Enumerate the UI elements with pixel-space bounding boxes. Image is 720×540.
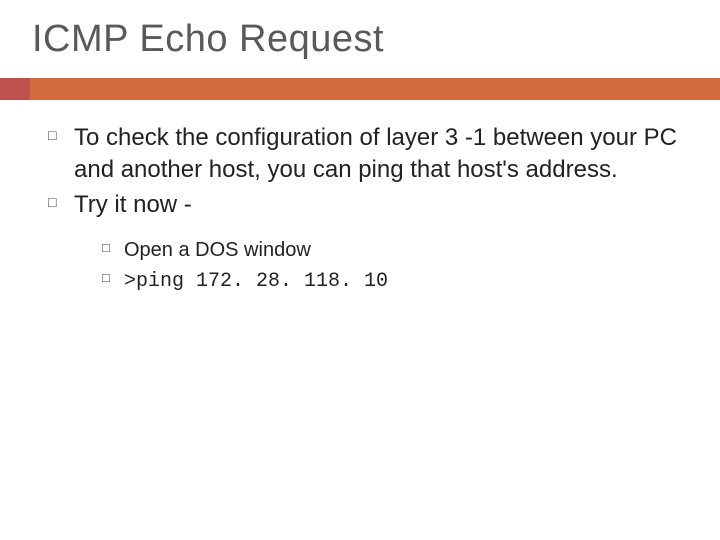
slide-title: ICMP Echo Request — [32, 18, 384, 61]
command-text: >ping 172. 28. 118. 10 — [124, 270, 388, 293]
list-item: Try it now - Open a DOS window >ping 172… — [48, 189, 688, 297]
list-item: To check the configuration of layer 3 -1… — [48, 122, 688, 187]
slide: ICMP Echo Request To check the configura… — [0, 0, 720, 540]
slide-body: To check the configuration of layer 3 -1… — [48, 122, 688, 299]
bullet-list-level1: To check the configuration of layer 3 -1… — [48, 122, 688, 297]
list-item: >ping 172. 28. 118. 10 — [102, 265, 688, 297]
bullet-list-level2: Open a DOS window >ping 172. 28. 118. 10 — [102, 235, 688, 297]
bullet-text: Try it now - — [74, 191, 192, 218]
accent-tab — [0, 78, 30, 100]
accent-bar — [0, 78, 720, 100]
list-item: Open a DOS window — [102, 235, 688, 265]
